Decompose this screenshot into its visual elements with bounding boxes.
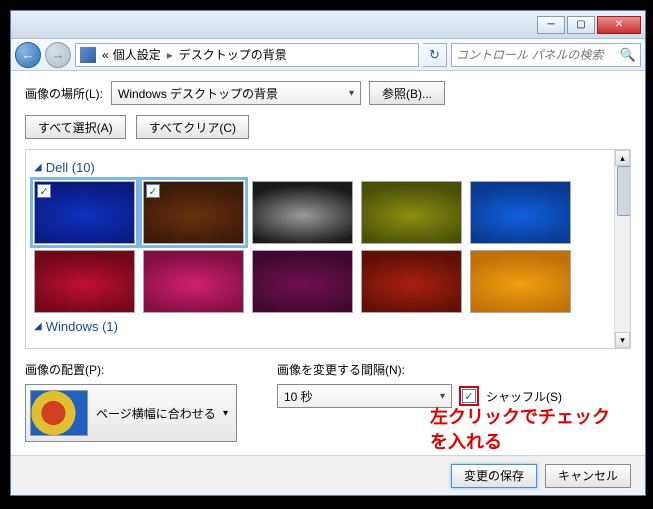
wallpaper-thumbnail[interactable] — [34, 250, 135, 313]
interval-label: 画像を変更する間隔(N): — [277, 361, 562, 378]
annotation-text: 左クリックでチェック を入れる — [430, 405, 610, 455]
forward-button: → — [45, 42, 71, 68]
wallpaper-thumbnail[interactable] — [143, 250, 244, 313]
dialog-footer: 変更の保存 キャンセル — [11, 455, 645, 495]
shuffle-label: シャッフル(S) — [486, 388, 562, 405]
group-name: Dell — [46, 160, 68, 175]
thumbnail-row: ✓✓ — [34, 181, 622, 244]
scroll-down-button[interactable]: ▾ — [615, 332, 630, 348]
minimize-button[interactable]: ─ — [537, 16, 565, 34]
save-button[interactable]: 変更の保存 — [451, 464, 537, 488]
position-preview-icon — [30, 390, 88, 436]
address-bar[interactable]: « 個人設定 ▸ デスクトップの背景 — [75, 43, 419, 67]
location-select[interactable]: Windows デスクトップの背景 — [111, 81, 361, 105]
interval-value: 10 秒 — [284, 388, 313, 405]
search-input[interactable] — [456, 48, 620, 62]
picture-position-select[interactable]: ページ横幅に合わせる — [25, 384, 237, 442]
cancel-button[interactable]: キャンセル — [545, 464, 631, 488]
thumbnail-checkbox[interactable]: ✓ — [146, 184, 160, 198]
collapse-icon: ◢ — [34, 321, 42, 332]
navbar: ← → « 個人設定 ▸ デスクトップの背景 ↻ 🔍 — [11, 39, 645, 71]
wallpaper-thumbnail[interactable] — [470, 181, 571, 244]
close-button[interactable]: ✕ — [597, 16, 641, 34]
scroll-up-button[interactable]: ▴ — [615, 150, 630, 166]
browse-button[interactable]: 参照(B)... — [369, 81, 445, 105]
content-area: 画像の場所(L): Windows デスクトップの背景 参照(B)... すべて… — [11, 71, 645, 452]
select-all-button[interactable]: すべて選択(A) — [25, 115, 126, 139]
breadcrumb-item[interactable]: 個人設定 — [113, 46, 161, 63]
wallpaper-thumbnail[interactable]: ✓ — [143, 181, 244, 244]
breadcrumb-item[interactable]: デスクトップの背景 — [179, 46, 287, 63]
clear-all-button[interactable]: すべてクリア(C) — [136, 115, 249, 139]
interval-select[interactable]: 10 秒 — [277, 384, 452, 408]
wallpaper-thumbnail[interactable] — [361, 181, 462, 244]
control-panel-icon — [80, 47, 96, 63]
search-icon: 🔍 — [620, 47, 636, 63]
wallpaper-thumbnail[interactable]: ✓ — [34, 181, 135, 244]
search-box[interactable]: 🔍 — [451, 43, 641, 67]
scrollbar[interactable]: ▴ ▾ — [614, 150, 630, 348]
thumbnail-checkbox[interactable]: ✓ — [37, 184, 51, 198]
shuffle-checkbox[interactable]: ✓ — [462, 389, 476, 403]
refresh-button[interactable]: ↻ — [423, 43, 447, 67]
group-header-windows[interactable]: ◢ Windows (1) — [34, 319, 622, 334]
wallpaper-thumbnail[interactable] — [361, 250, 462, 313]
group-name: Windows — [46, 319, 99, 334]
wallpaper-thumbnail[interactable] — [252, 181, 353, 244]
group-count: (10) — [68, 160, 95, 175]
scrollbar-thumb[interactable] — [617, 166, 631, 216]
position-label: 画像の配置(P): — [25, 361, 237, 378]
group-count: (1) — [98, 319, 118, 334]
breadcrumb-separator: ▸ — [167, 48, 173, 62]
breadcrumb-prefix: « — [102, 48, 109, 62]
position-value: ページ横幅に合わせる — [96, 405, 216, 422]
location-label: 画像の場所(L): — [25, 85, 103, 102]
group-header-dell[interactable]: ◢ Dell (10) — [34, 160, 622, 175]
titlebar[interactable]: ─ ▢ ✕ — [11, 11, 645, 39]
wallpaper-thumbnail[interactable] — [252, 250, 353, 313]
thumbnail-row — [34, 250, 622, 313]
location-value: Windows デスクトップの背景 — [118, 85, 278, 102]
maximize-button[interactable]: ▢ — [567, 16, 595, 34]
back-button[interactable]: ← — [15, 42, 41, 68]
collapse-icon: ◢ — [34, 162, 42, 173]
wallpaper-gallery: ◢ Dell (10) ✓✓ ◢ Windows (1) ▴ ▾ — [25, 149, 631, 349]
wallpaper-thumbnail[interactable] — [470, 250, 571, 313]
